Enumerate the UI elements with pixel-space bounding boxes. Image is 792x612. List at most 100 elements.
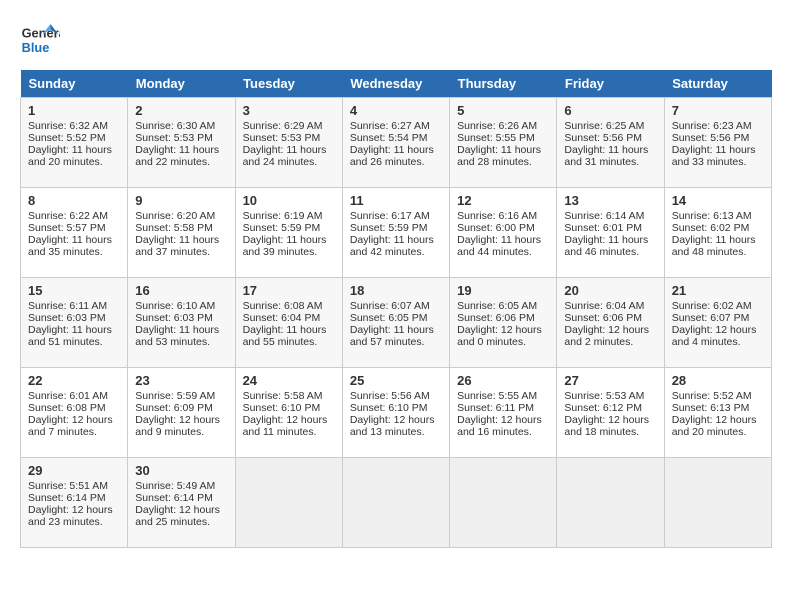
- day-cell: 2Sunrise: 6:30 AMSunset: 5:53 PMDaylight…: [128, 98, 235, 188]
- day-info: Sunrise: 6:32 AM: [28, 120, 120, 132]
- day-info: Sunrise: 6:23 AM: [672, 120, 764, 132]
- day-cell: 3Sunrise: 6:29 AMSunset: 5:53 PMDaylight…: [235, 98, 342, 188]
- day-info: Daylight: 12 hours: [243, 414, 335, 426]
- day-info: Sunrise: 5:51 AM: [28, 480, 120, 492]
- day-number: 14: [672, 193, 764, 208]
- day-info: and 42 minutes.: [350, 246, 442, 258]
- day-number: 28: [672, 373, 764, 388]
- day-cell: 14Sunrise: 6:13 AMSunset: 6:02 PMDayligh…: [664, 188, 771, 278]
- day-info: Daylight: 12 hours: [457, 324, 549, 336]
- day-info: Sunset: 6:14 PM: [135, 492, 227, 504]
- day-cell: 17Sunrise: 6:08 AMSunset: 6:04 PMDayligh…: [235, 278, 342, 368]
- day-info: Daylight: 11 hours: [135, 144, 227, 156]
- day-info: Daylight: 11 hours: [28, 144, 120, 156]
- day-info: and 37 minutes.: [135, 246, 227, 258]
- day-number: 6: [564, 103, 656, 118]
- day-info: and 4 minutes.: [672, 336, 764, 348]
- day-info: Sunset: 6:07 PM: [672, 312, 764, 324]
- day-cell: 12Sunrise: 6:16 AMSunset: 6:00 PMDayligh…: [450, 188, 557, 278]
- day-number: 25: [350, 373, 442, 388]
- day-info: Sunrise: 6:14 AM: [564, 210, 656, 222]
- day-cell: 29Sunrise: 5:51 AMSunset: 6:14 PMDayligh…: [21, 458, 128, 548]
- day-info: Daylight: 12 hours: [135, 504, 227, 516]
- day-info: and 25 minutes.: [135, 516, 227, 528]
- day-info: Sunset: 6:03 PM: [28, 312, 120, 324]
- col-header-saturday: Saturday: [664, 70, 771, 98]
- day-info: and 44 minutes.: [457, 246, 549, 258]
- day-number: 27: [564, 373, 656, 388]
- day-info: Sunrise: 6:04 AM: [564, 300, 656, 312]
- day-info: and 39 minutes.: [243, 246, 335, 258]
- week-row-5: 29Sunrise: 5:51 AMSunset: 6:14 PMDayligh…: [21, 458, 772, 548]
- day-info: Sunrise: 5:56 AM: [350, 390, 442, 402]
- day-info: and 11 minutes.: [243, 426, 335, 438]
- day-info: Sunset: 6:10 PM: [350, 402, 442, 414]
- day-info: Daylight: 11 hours: [672, 234, 764, 246]
- day-info: and 13 minutes.: [350, 426, 442, 438]
- day-number: 18: [350, 283, 442, 298]
- day-info: Sunrise: 6:08 AM: [243, 300, 335, 312]
- day-info: Sunset: 6:13 PM: [672, 402, 764, 414]
- day-info: Daylight: 11 hours: [28, 234, 120, 246]
- day-cell: [235, 458, 342, 548]
- day-info: Daylight: 11 hours: [350, 234, 442, 246]
- day-info: Sunset: 6:01 PM: [564, 222, 656, 234]
- day-cell: 5Sunrise: 6:26 AMSunset: 5:55 PMDaylight…: [450, 98, 557, 188]
- logo-icon: General Blue: [20, 20, 60, 60]
- day-cell: 25 Sunrise: 5:56 AMSunset: 6:10 PMDayligh…: [342, 368, 449, 458]
- day-number: 11: [350, 193, 442, 208]
- day-info: Sunset: 6:12 PM: [564, 402, 656, 414]
- day-number: 8: [28, 193, 120, 208]
- week-row-2: 8Sunrise: 6:22 AMSunset: 5:57 PMDaylight…: [21, 188, 772, 278]
- day-info: Daylight: 12 hours: [350, 414, 442, 426]
- day-info: Sunrise: 5:53 AM: [564, 390, 656, 402]
- day-number: 23: [135, 373, 227, 388]
- day-info: Sunrise: 6:10 AM: [135, 300, 227, 312]
- day-info: Daylight: 12 hours: [672, 414, 764, 426]
- day-info: Sunset: 6:03 PM: [135, 312, 227, 324]
- day-info: Daylight: 11 hours: [135, 234, 227, 246]
- day-number: 10: [243, 193, 335, 208]
- day-info: Sunset: 5:59 PM: [350, 222, 442, 234]
- day-info: and 20 minutes.: [28, 156, 120, 168]
- day-cell: 1Sunrise: 6:32 AMSunset: 5:52 PMDaylight…: [21, 98, 128, 188]
- day-number: 22: [28, 373, 120, 388]
- day-info: Sunrise: 6:26 AM: [457, 120, 549, 132]
- day-info: Sunrise: 6:05 AM: [457, 300, 549, 312]
- day-cell: [557, 458, 664, 548]
- day-number: 15: [28, 283, 120, 298]
- day-info: Sunset: 5:53 PM: [243, 132, 335, 144]
- day-info: Sunrise: 5:55 AM: [457, 390, 549, 402]
- day-info: Sunset: 5:56 PM: [672, 132, 764, 144]
- day-cell: 24Sunrise: 5:58 AMSunset: 6:10 PMDayligh…: [235, 368, 342, 458]
- calendar-table: SundayMondayTuesdayWednesdayThursdayFrid…: [20, 70, 772, 548]
- day-info: Sunrise: 6:11 AM: [28, 300, 120, 312]
- day-cell: 27Sunrise: 5:53 AMSunset: 6:12 PMDayligh…: [557, 368, 664, 458]
- day-cell: [664, 458, 771, 548]
- day-number: 19: [457, 283, 549, 298]
- day-number: 20: [564, 283, 656, 298]
- day-cell: 18Sunrise: 6:07 AMSunset: 6:05 PMDayligh…: [342, 278, 449, 368]
- day-info: and 33 minutes.: [672, 156, 764, 168]
- day-info: Sunrise: 5:49 AM: [135, 480, 227, 492]
- day-cell: 20Sunrise: 6:04 AMSunset: 6:06 PMDayligh…: [557, 278, 664, 368]
- day-cell: 9Sunrise: 6:20 AMSunset: 5:58 PMDaylight…: [128, 188, 235, 278]
- day-info: Sunset: 6:05 PM: [350, 312, 442, 324]
- day-info: Sunset: 6:04 PM: [243, 312, 335, 324]
- day-info: Daylight: 11 hours: [243, 144, 335, 156]
- day-info: and 16 minutes.: [457, 426, 549, 438]
- week-row-1: 1Sunrise: 6:32 AMSunset: 5:52 PMDaylight…: [21, 98, 772, 188]
- day-info: Daylight: 12 hours: [135, 414, 227, 426]
- col-header-thursday: Thursday: [450, 70, 557, 98]
- day-info: and 26 minutes.: [350, 156, 442, 168]
- day-info: and 51 minutes.: [28, 336, 120, 348]
- day-info: Daylight: 12 hours: [28, 504, 120, 516]
- day-info: and 2 minutes.: [564, 336, 656, 348]
- day-info: Daylight: 11 hours: [457, 144, 549, 156]
- day-info: and 31 minutes.: [564, 156, 656, 168]
- svg-text:General: General: [22, 26, 60, 41]
- day-number: 5: [457, 103, 549, 118]
- day-cell: [342, 458, 449, 548]
- day-cell: 28Sunrise: 5:52 AMSunset: 6:13 PMDayligh…: [664, 368, 771, 458]
- day-info: and 23 minutes.: [28, 516, 120, 528]
